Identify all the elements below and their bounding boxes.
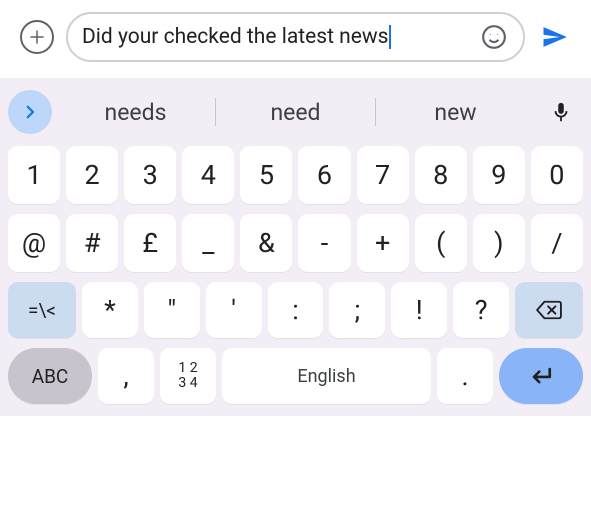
key-5[interactable]: 5 bbox=[240, 146, 292, 204]
key-apostrophe[interactable]: ' bbox=[206, 282, 262, 338]
key-enter[interactable] bbox=[499, 348, 583, 404]
message-input-bar: Did your checked the latest news bbox=[0, 0, 591, 78]
key-row-3: =\< * " ' : ; ! ? bbox=[8, 282, 583, 338]
send-icon bbox=[540, 23, 568, 51]
suggestion-3[interactable]: new bbox=[376, 92, 535, 132]
key-ampersand[interactable]: & bbox=[240, 214, 292, 272]
key-exclaim[interactable]: ! bbox=[391, 282, 447, 338]
text-caret bbox=[389, 25, 391, 49]
key-1[interactable]: 1 bbox=[8, 146, 60, 204]
key-numeric-mode[interactable]: 1 2 3 4 bbox=[160, 348, 216, 404]
key-period[interactable]: . bbox=[437, 348, 493, 404]
key-double-quote[interactable]: " bbox=[144, 282, 200, 338]
plus-icon bbox=[28, 28, 46, 46]
key-row-bottom: ABC , 1 2 3 4 English . bbox=[8, 348, 583, 404]
suggestion-2[interactable]: need bbox=[216, 92, 375, 132]
key-row-1: 1 2 3 4 5 6 7 8 9 0 bbox=[8, 146, 583, 204]
key-colon[interactable]: : bbox=[268, 282, 324, 338]
suggestion-row: needs need new bbox=[8, 86, 583, 138]
key-pound[interactable]: £ bbox=[124, 214, 176, 272]
key-7[interactable]: 7 bbox=[357, 146, 409, 204]
enter-icon bbox=[527, 365, 555, 387]
expand-suggestions-button[interactable] bbox=[8, 90, 52, 134]
virtual-keyboard: needs need new 1 2 3 4 5 6 7 8 9 0 @ # £… bbox=[0, 78, 591, 416]
suggestion-1[interactable]: needs bbox=[56, 92, 215, 132]
voice-input-button[interactable] bbox=[539, 90, 583, 134]
message-input-field[interactable]: Did your checked the latest news bbox=[66, 12, 525, 62]
key-more-symbols[interactable]: =\< bbox=[8, 282, 76, 338]
key-hash[interactable]: # bbox=[66, 214, 118, 272]
key-paren-open[interactable]: ( bbox=[415, 214, 467, 272]
key-dash[interactable]: - bbox=[298, 214, 350, 272]
key-3[interactable]: 3 bbox=[124, 146, 176, 204]
attach-add-button[interactable] bbox=[20, 20, 54, 54]
key-underscore[interactable]: _ bbox=[182, 214, 234, 272]
key-row-2: @ # £ _ & - + ( ) / bbox=[8, 214, 583, 272]
backspace-icon bbox=[534, 299, 564, 321]
emoji-button[interactable] bbox=[479, 22, 509, 52]
key-semicolon[interactable]: ; bbox=[329, 282, 385, 338]
key-at[interactable]: @ bbox=[8, 214, 60, 272]
key-question[interactable]: ? bbox=[453, 282, 509, 338]
chevron-right-icon bbox=[21, 103, 39, 121]
key-asterisk[interactable]: * bbox=[82, 282, 138, 338]
key-2[interactable]: 2 bbox=[66, 146, 118, 204]
key-slash[interactable]: / bbox=[531, 214, 583, 272]
key-9[interactable]: 9 bbox=[473, 146, 525, 204]
key-4[interactable]: 4 bbox=[182, 146, 234, 204]
message-text: Did your checked the latest news bbox=[82, 25, 469, 49]
key-plus[interactable]: + bbox=[357, 214, 409, 272]
key-paren-close[interactable]: ) bbox=[473, 214, 525, 272]
key-abc-mode[interactable]: ABC bbox=[8, 348, 92, 404]
key-backspace[interactable] bbox=[515, 282, 583, 338]
key-spacebar[interactable]: English bbox=[222, 348, 431, 404]
key-6[interactable]: 6 bbox=[298, 146, 350, 204]
send-button[interactable] bbox=[537, 20, 571, 54]
key-comma[interactable]: , bbox=[98, 348, 154, 404]
key-8[interactable]: 8 bbox=[415, 146, 467, 204]
key-0[interactable]: 0 bbox=[531, 146, 583, 204]
microphone-icon bbox=[550, 101, 572, 123]
smile-icon bbox=[481, 24, 507, 50]
